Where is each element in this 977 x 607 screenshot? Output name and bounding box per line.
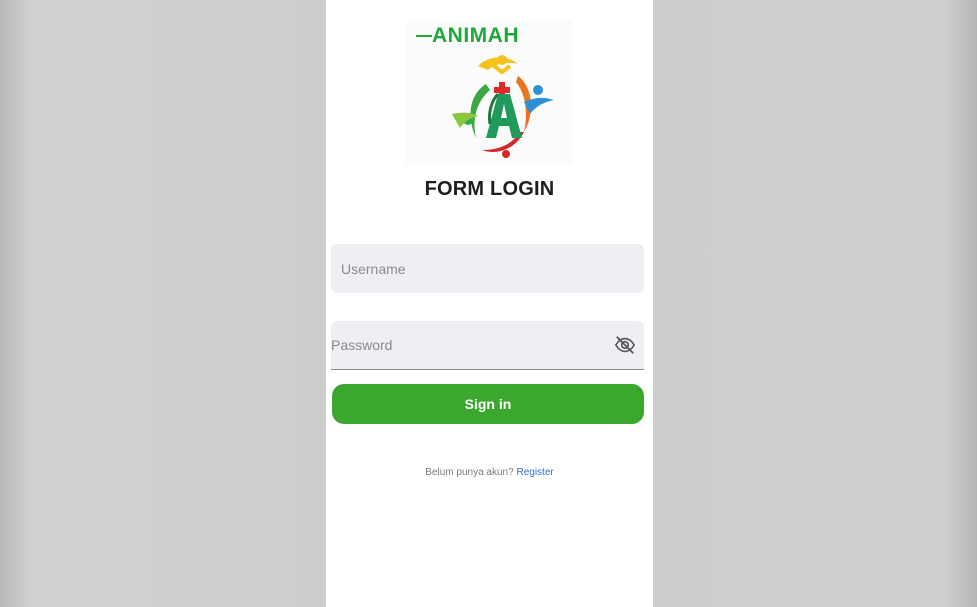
background-left — [0, 0, 326, 607]
register-prompt: Belum punya akun? Register — [326, 467, 653, 478]
password-field[interactable] — [331, 321, 644, 370]
register-prompt-text: Belum punya akun? — [425, 467, 514, 478]
username-field[interactable] — [331, 244, 644, 293]
eye-off-icon[interactable] — [614, 334, 636, 356]
password-input[interactable] — [331, 321, 644, 369]
logo-emblem-icon — [452, 55, 554, 158]
username-input[interactable] — [331, 244, 644, 293]
sign-in-button[interactable]: Sign in — [332, 384, 644, 424]
background-right — [653, 0, 977, 607]
app-logo: ANIMAH — [406, 20, 572, 165]
register-link[interactable]: Register — [516, 467, 553, 478]
page-title: FORM LOGIN — [424, 178, 555, 200]
app-screen: ANIMAH FORM LOGIN Username Sign in Belum… — [326, 0, 653, 607]
